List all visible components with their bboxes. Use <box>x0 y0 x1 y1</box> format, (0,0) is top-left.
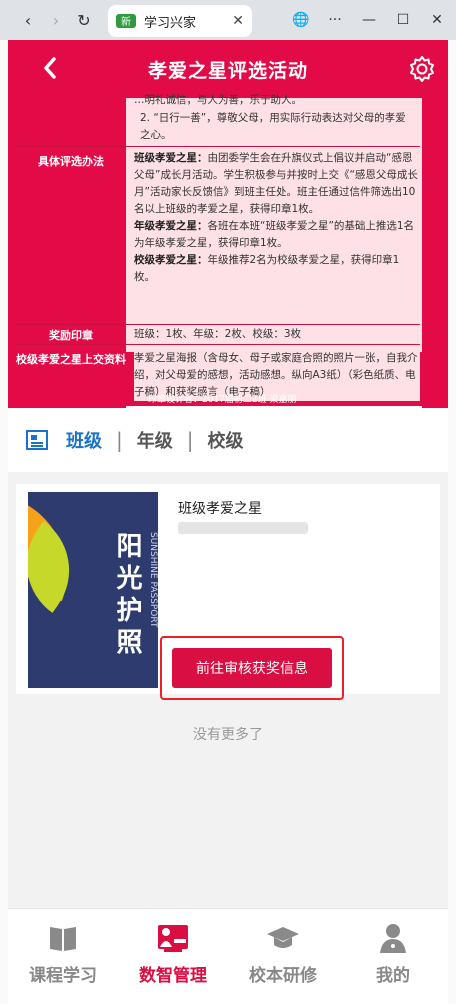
passport-cover-image: 阳光护照 SUNSHINE PASSPORT <box>28 492 158 688</box>
nav-label: 课程学习 <box>29 966 97 986</box>
nav-label: 数智管理 <box>139 966 207 986</box>
tab-title: 学习兴家 <box>144 15 197 31</box>
tab-separator: | <box>186 428 194 452</box>
more-icon[interactable]: ··· <box>324 12 346 28</box>
svg-text:新: 新 <box>121 15 131 28</box>
poster-label-materials: 校级孝爱之星上交资料 <box>16 353 126 366</box>
bottom-nav: 课程学习 数智管理 校本研修 我的 <box>8 908 448 1004</box>
tab-close-icon[interactable]: ✕ <box>232 13 244 29</box>
right-edge <box>448 40 456 1004</box>
manage-icon <box>156 921 190 955</box>
poster-stamp-text: 班级：1枚、年级：2枚、校级：3枚 <box>134 328 302 340</box>
poster-top-line-1: …明礼诚信，与人为善，乐于助人。 <box>134 94 302 106</box>
cover-leaf <box>28 521 93 613</box>
list-icon <box>26 430 48 450</box>
browser-back-button[interactable]: ‹ <box>14 6 42 34</box>
poster-label-method: 具体评选办法 <box>38 155 104 168</box>
nav-mine[interactable]: 我的 <box>338 909 448 1004</box>
nav-school-training[interactable]: 校本研修 <box>228 909 338 1004</box>
tab-grade[interactable]: 年级 <box>137 427 173 453</box>
maximize-icon[interactable]: ☐ <box>392 12 414 28</box>
window-close-icon[interactable]: ✕ <box>426 12 448 28</box>
nav-course-learning[interactable]: 课程学习 <box>8 909 118 1004</box>
poster-divider <box>16 344 420 345</box>
user-icon <box>376 921 410 955</box>
poster-label-stamp: 奖励印章 <box>49 329 93 342</box>
activity-poster: …明礼诚信，与人为善，乐于助人。 2. “日行一善”，尊敬父母，用实际行动表达对… <box>8 94 448 408</box>
tab-separator: | <box>116 428 123 452</box>
book-icon <box>46 921 80 955</box>
poster-top-line-2: 2. “日行一善”，尊敬父母，用实际行动表达对父母的孝爱之心。 <box>140 112 406 141</box>
browser-toolbar: ‹ › ↻ 新 学习兴家 ✕ 🌐 ··· — ☐ ✕ <box>0 0 456 40</box>
nav-label: 我的 <box>376 966 410 986</box>
tab-school[interactable]: 校级 <box>208 427 244 453</box>
review-award-button[interactable]: 前往审核获奖信息 <box>172 648 332 688</box>
poster-credit: 印章设计者：2017届初二2班 梁嘉丽 <box>148 395 297 405</box>
browser-reload-button[interactable]: ↻ <box>70 6 98 34</box>
nav-smart-management[interactable]: 数智管理 <box>118 909 228 1004</box>
tab-class[interactable]: 班级 <box>66 427 102 453</box>
page-title: 孝爱之星评选活动 <box>147 59 308 82</box>
gear-icon[interactable] <box>408 55 436 83</box>
poster-method-text: 班级孝爱之星：由团委学生会在升旗仪式上倡议并启动“感恩父母”成长月活动。学生积极… <box>134 152 418 283</box>
browser-tab[interactable]: 新 学习兴家 ✕ <box>108 5 252 37</box>
left-edge <box>0 40 8 1004</box>
cover-title: 阳光护照 <box>112 532 142 660</box>
level-tabs: 班级 | 年级 | 校级 <box>8 408 448 472</box>
graduation-cap-icon <box>266 921 300 955</box>
card-title: 班级孝爱之星 <box>178 501 262 517</box>
chevron-left-icon[interactable] <box>42 56 58 86</box>
app-header: 孝爱之星评选活动 <box>8 40 448 98</box>
highlight-box: 前往审核获奖信息 <box>160 636 344 700</box>
browser-forward-button[interactable]: › <box>42 6 70 34</box>
nav-label: 校本研修 <box>249 966 317 986</box>
minimize-icon[interactable]: — <box>358 12 380 28</box>
list-end-text: 没有更多了 <box>193 727 263 743</box>
poster-divider <box>16 324 420 325</box>
globe-icon[interactable]: 🌐 <box>290 12 312 28</box>
blurred-text <box>178 522 308 534</box>
award-card: 阳光护照 SUNSHINE PASSPORT 班级孝爱之星 前往审核获奖信息 <box>16 484 440 700</box>
poster-divider <box>16 146 420 147</box>
app-favicon-icon: 新 <box>116 14 136 28</box>
app-frame: 孝爱之星评选活动 …明礼诚信，与人为善，乐于助人。 2. “日行一善”，尊敬父母… <box>8 40 448 1004</box>
cover-subtitle: SUNSHINE PASSPORT <box>148 532 158 628</box>
